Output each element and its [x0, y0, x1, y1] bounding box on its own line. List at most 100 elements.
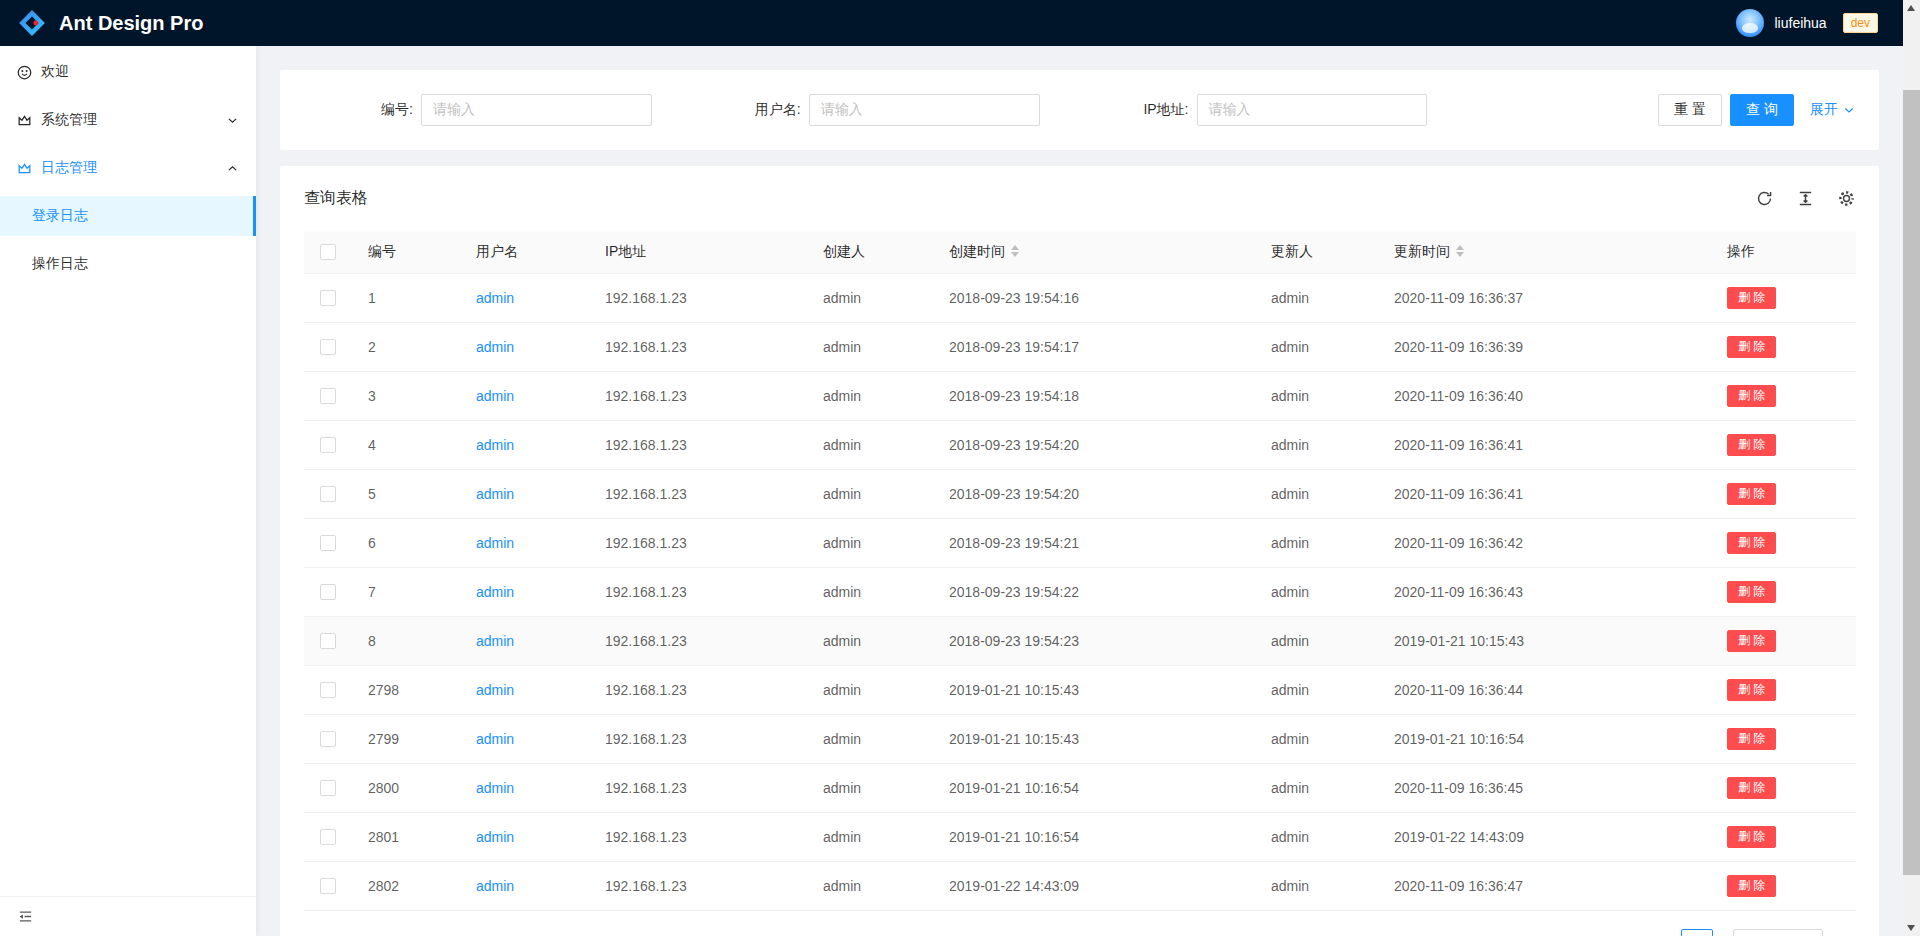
sort-ascending-icon[interactable]: [1456, 245, 1464, 250]
delete-button[interactable]: 删 除: [1727, 826, 1776, 848]
row-checkbox[interactable]: [320, 388, 336, 404]
cell-ip: 192.168.1.23: [589, 567, 807, 616]
sidebar-item-2[interactable]: 日志管理: [0, 148, 256, 188]
cell-ip: 192.168.1.23: [589, 322, 807, 371]
density-icon[interactable]: [1797, 190, 1814, 207]
cell-id: 2798: [352, 665, 460, 714]
sort-descending-icon[interactable]: [1456, 252, 1464, 257]
username-link[interactable]: admin: [476, 388, 514, 404]
sidebar-item-label: 操作日志: [32, 255, 88, 273]
table-row: 2798admin192.168.1.23admin2019-01-21 10:…: [304, 665, 1856, 714]
row-checkbox[interactable]: [320, 535, 336, 551]
username-link[interactable]: admin: [476, 339, 514, 355]
username-link[interactable]: admin: [476, 780, 514, 796]
reload-icon[interactable]: [1756, 190, 1773, 207]
app-logo-icon[interactable]: [17, 8, 47, 38]
id-input[interactable]: 请输入: [421, 94, 652, 126]
row-checkbox[interactable]: [320, 829, 336, 845]
delete-button[interactable]: 删 除: [1727, 434, 1776, 456]
settings-gear-icon[interactable]: [1838, 190, 1855, 207]
username-link[interactable]: admin: [476, 731, 514, 747]
pagination-page-size-select[interactable]: [1733, 929, 1823, 936]
row-checkbox[interactable]: [320, 633, 336, 649]
collapse-sidebar-icon[interactable]: [18, 909, 33, 924]
row-checkbox[interactable]: [320, 780, 336, 796]
select-all-checkbox[interactable]: [320, 244, 336, 260]
row-checkbox[interactable]: [320, 878, 336, 894]
cell-created-at: 2019-01-21 10:15:43: [933, 665, 1255, 714]
cell-updated-at: 2020-11-09 16:36:41: [1378, 469, 1711, 518]
delete-button[interactable]: 删 除: [1727, 777, 1776, 799]
field-label: IP地址:: [1104, 101, 1189, 119]
sidebar-item-1[interactable]: 系统管理: [0, 100, 256, 140]
column-header-label: 编号: [368, 243, 396, 259]
user-avatar[interactable]: [1736, 9, 1764, 37]
sidebar-item-label: 日志管理: [41, 159, 97, 177]
username-link[interactable]: admin: [476, 486, 514, 502]
sort-descending-icon[interactable]: [1011, 252, 1019, 257]
pagination-current-page[interactable]: [1681, 929, 1713, 936]
delete-button[interactable]: 删 除: [1727, 385, 1776, 407]
search-field-ip: IP地址: 请输入: [1080, 94, 1468, 126]
expand-link[interactable]: 展开: [1810, 101, 1855, 119]
sidebar-item-0[interactable]: 欢迎: [0, 52, 256, 92]
username-link[interactable]: admin: [476, 878, 514, 894]
cell-creator: admin: [807, 567, 933, 616]
delete-button[interactable]: 删 除: [1727, 679, 1776, 701]
row-checkbox-cell: [304, 616, 352, 665]
delete-button[interactable]: 删 除: [1727, 336, 1776, 358]
delete-button[interactable]: 删 除: [1727, 532, 1776, 554]
top-header: Ant Design Pro liufeihua dev: [0, 0, 1903, 46]
scrollbar-down-arrow[interactable]: [1907, 925, 1915, 931]
scrollbar-thumb[interactable]: [1903, 90, 1920, 875]
column-header-5: 更新人: [1255, 231, 1378, 273]
delete-button[interactable]: 删 除: [1727, 630, 1776, 652]
placeholder-text: 请输入: [821, 101, 863, 119]
sidebar-item-sub-3[interactable]: 登录日志: [0, 196, 256, 236]
row-checkbox[interactable]: [320, 584, 336, 600]
table-card: 查询表格: [280, 166, 1879, 936]
delete-button[interactable]: 删 除: [1727, 728, 1776, 750]
ip-input[interactable]: 请输入: [1197, 94, 1428, 126]
delete-button[interactable]: 删 除: [1727, 287, 1776, 309]
username-link[interactable]: admin: [476, 437, 514, 453]
username-input[interactable]: 请输入: [809, 94, 1040, 126]
column-header-2: IP地址: [589, 231, 807, 273]
username-link[interactable]: admin: [476, 682, 514, 698]
delete-button[interactable]: 删 除: [1727, 483, 1776, 505]
cell-actions: 删 除: [1711, 714, 1856, 763]
username-link[interactable]: admin: [476, 584, 514, 600]
delete-button[interactable]: 删 除: [1727, 875, 1776, 897]
column-header-4[interactable]: 创建时间: [933, 231, 1255, 273]
query-button[interactable]: 查 询: [1730, 94, 1794, 126]
cell-creator: admin: [807, 714, 933, 763]
app-title[interactable]: Ant Design Pro: [59, 12, 203, 35]
sidebar-item-sub-4[interactable]: 操作日志: [0, 244, 256, 284]
column-header-6[interactable]: 更新时间: [1378, 231, 1711, 273]
scrollbar-up-arrow[interactable]: [1907, 5, 1915, 11]
delete-button[interactable]: 删 除: [1727, 581, 1776, 603]
row-checkbox[interactable]: [320, 290, 336, 306]
cell-username: admin: [460, 763, 589, 812]
row-checkbox[interactable]: [320, 339, 336, 355]
cell-updated-at: 2020-11-09 16:36:42: [1378, 518, 1711, 567]
cell-creator: admin: [807, 420, 933, 469]
cell-created-at: 2018-09-23 19:54:16: [933, 273, 1255, 322]
table-toolbar: 查询表格: [280, 166, 1879, 231]
reset-button[interactable]: 重 置: [1658, 94, 1722, 126]
username-link[interactable]: admin: [476, 290, 514, 306]
username-link[interactable]: admin: [476, 535, 514, 551]
sort-icons[interactable]: [1011, 245, 1019, 257]
cell-creator: admin: [807, 616, 933, 665]
username-link[interactable]: admin: [476, 829, 514, 845]
sort-ascending-icon[interactable]: [1011, 245, 1019, 250]
user-name[interactable]: liufeihua: [1774, 15, 1826, 31]
sort-icons[interactable]: [1456, 245, 1464, 257]
row-checkbox[interactable]: [320, 486, 336, 502]
row-checkbox[interactable]: [320, 437, 336, 453]
table-title: 查询表格: [304, 188, 368, 209]
username-link[interactable]: admin: [476, 633, 514, 649]
window-scrollbar[interactable]: [1903, 0, 1920, 936]
row-checkbox[interactable]: [320, 731, 336, 747]
row-checkbox[interactable]: [320, 682, 336, 698]
